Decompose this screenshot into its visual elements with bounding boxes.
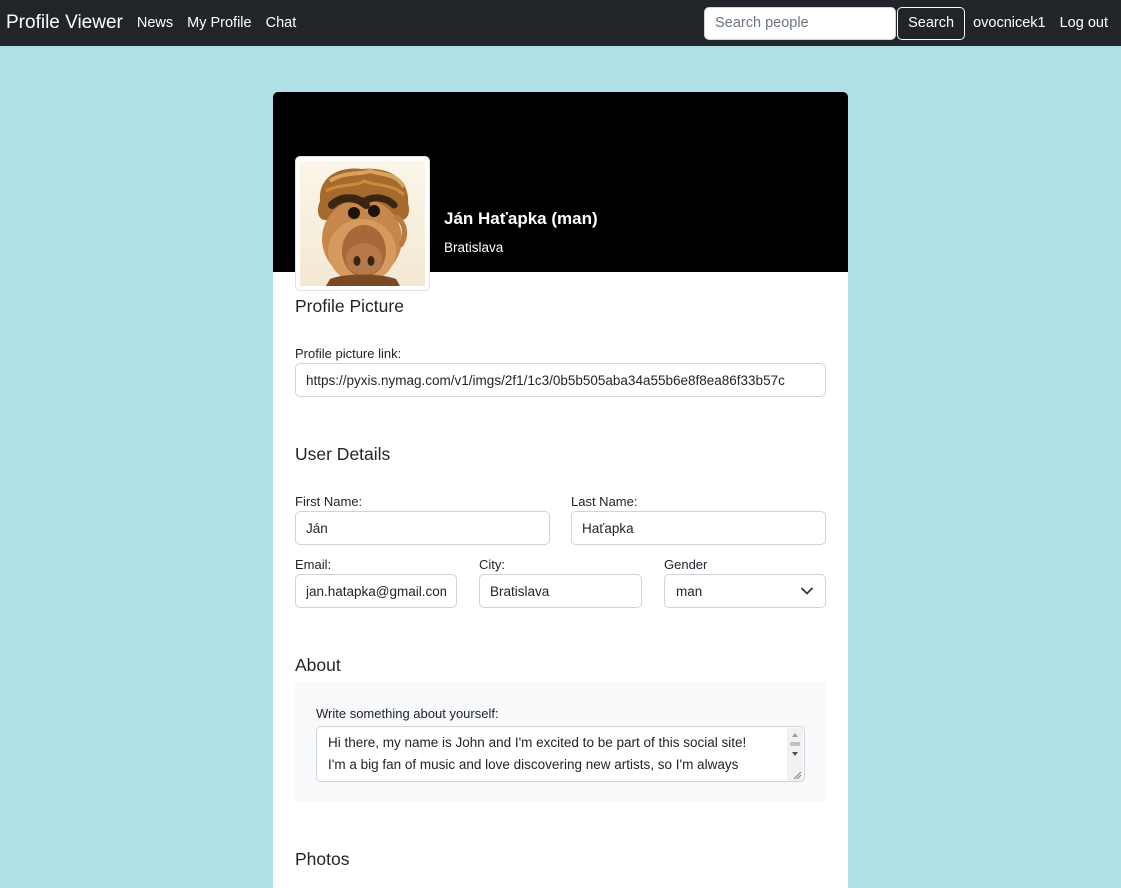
gender-selected-value: man [676, 583, 703, 599]
textarea-scrollbar[interactable] [787, 728, 803, 781]
city-label: City: [479, 557, 505, 572]
profile-picture-link-label: Profile picture link: [295, 346, 402, 361]
avatar [295, 156, 430, 291]
about-text-line-1: Hi there, my name is John and I'm excite… [328, 735, 747, 750]
alf-portrait-icon [317, 168, 410, 286]
profile-city: Bratislava [444, 240, 504, 255]
about-prompt-label: Write something about yourself: [316, 706, 499, 721]
section-title-about: About [295, 655, 341, 675]
brand-link[interactable]: Profile Viewer [6, 12, 123, 34]
gender-label: Gender [664, 557, 708, 572]
navbar-right: Search ovocnicek1 Log out [704, 0, 1121, 46]
profile-card: Ján Haťapka (man) Bratislava Profile Pic… [273, 92, 848, 888]
section-title-user-details: User Details [295, 444, 391, 464]
nav-link-my-profile[interactable]: My Profile [187, 15, 251, 31]
scrollbar-arrows-icon [790, 733, 802, 780]
current-username-link[interactable]: ovocnicek1 [973, 15, 1046, 31]
profile-name: Ján Haťapka (man) [444, 209, 598, 228]
email-input[interactable] [295, 574, 457, 608]
section-title-profile-picture: Profile Picture [295, 296, 404, 316]
email-label: Email: [295, 557, 332, 572]
last-name-input[interactable] [571, 511, 826, 545]
chevron-down-icon [801, 587, 813, 595]
city-input[interactable] [479, 574, 642, 608]
logout-link[interactable]: Log out [1060, 15, 1108, 31]
nav-link-news[interactable]: News [137, 15, 173, 31]
profile-picture-link-input[interactable] [295, 363, 826, 397]
last-name-label: Last Name: [571, 494, 638, 509]
search-people-input[interactable] [704, 6, 897, 40]
top-navbar: Profile Viewer News My Profile Chat Sear… [0, 0, 1121, 46]
about-textarea[interactable]: Hi there, my name is John and I'm excite… [316, 726, 805, 782]
avatar-image [300, 161, 425, 286]
first-name-label: First Name: [295, 494, 363, 509]
section-title-photos: Photos [295, 849, 350, 869]
about-box: Write something about yourself: Hi there… [295, 682, 826, 802]
gender-select[interactable]: man [664, 574, 826, 608]
search-button[interactable]: Search [897, 6, 966, 40]
first-name-input[interactable] [295, 511, 550, 545]
about-text-line-2: I'm a big fan of music and love discover… [328, 757, 739, 772]
nav-link-chat[interactable]: Chat [266, 15, 297, 31]
